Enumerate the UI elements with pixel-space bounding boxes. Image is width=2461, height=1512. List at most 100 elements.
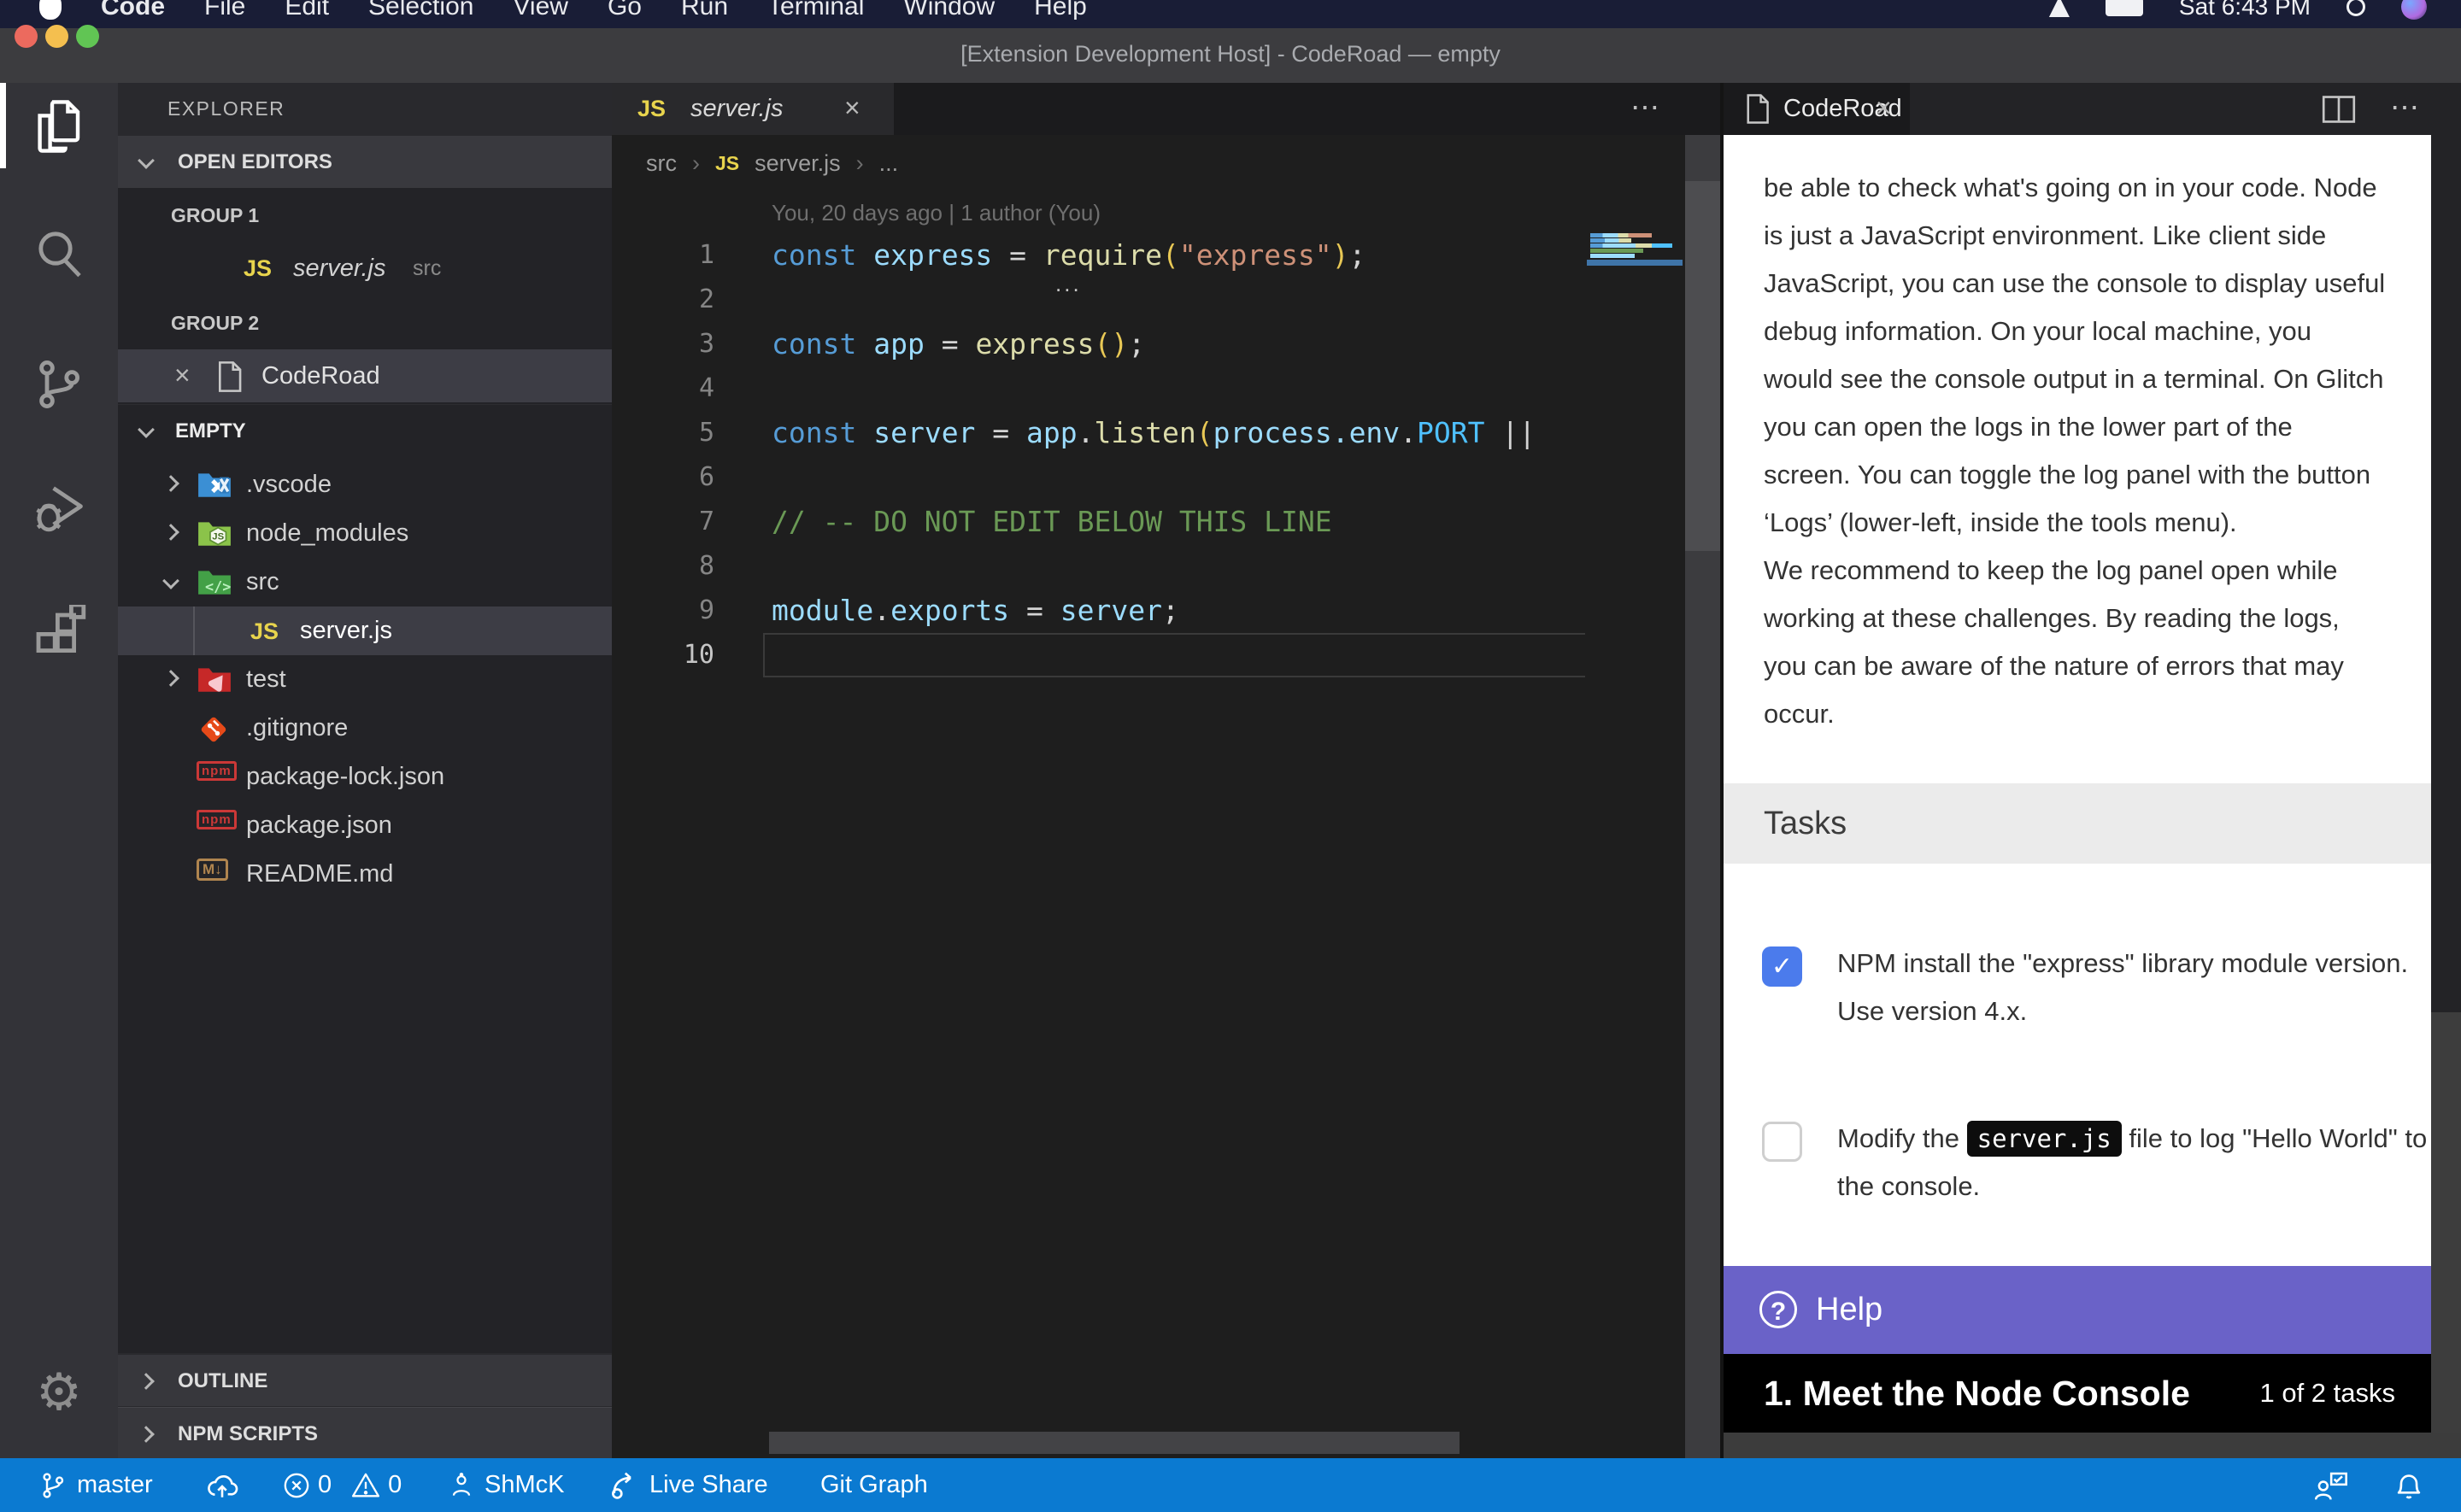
explorer-icon[interactable]: [0, 83, 118, 168]
run-debug-icon[interactable]: [0, 467, 118, 553]
tab-serverjs[interactable]: JS server.js ×: [612, 83, 894, 135]
split-editor-icon[interactable]: [2322, 95, 2356, 124]
tree-item-src[interactable]: </>src: [118, 558, 612, 607]
menu-status-icons[interactable]: Sat 6:43 PM: [2049, 0, 2427, 26]
line-number: 10: [612, 633, 714, 677]
search-icon[interactable]: [0, 211, 118, 296]
feedback-item[interactable]: [2312, 1458, 2348, 1512]
account-item[interactable]: ShMcK: [449, 1458, 564, 1512]
sync-changes-item[interactable]: [205, 1458, 239, 1512]
menu-item-terminal[interactable]: Terminal: [767, 0, 864, 28]
location-icon: [2049, 0, 2070, 17]
breadcrumb-separator: ›: [856, 135, 864, 191]
menu-item-window[interactable]: Window: [903, 0, 995, 28]
breadcrumb-file[interactable]: server.js: [755, 135, 841, 191]
checkbox-unchecked[interactable]: [1762, 1122, 1802, 1162]
activity-bar: ⚙: [0, 83, 118, 1458]
settings-gear-icon[interactable]: ⚙: [0, 1350, 118, 1435]
file-icon: [214, 360, 244, 393]
minimap[interactable]: [1585, 135, 1685, 1458]
chevron-right-icon: [162, 524, 179, 541]
tree-item-label: package.json: [246, 801, 392, 850]
open-editors-header[interactable]: OPEN EDITORS: [118, 135, 612, 188]
explorer-sidebar: EXPLORER OPEN EDITORS GROUP 1 JS server.…: [118, 83, 612, 1458]
menu-item-selection[interactable]: Selection: [368, 0, 473, 28]
open-editor-item-coderoad[interactable]: × CodeRoad: [118, 349, 612, 402]
code-line-9[interactable]: 9module.exports = server;: [612, 589, 1585, 633]
lesson-footer[interactable]: 1. Meet the Node Console 1 of 2 tasks: [1724, 1354, 2431, 1433]
node-icon: JS: [197, 518, 232, 550]
menu-item-edit[interactable]: Edit: [285, 0, 329, 28]
menu-item-view[interactable]: View: [513, 0, 567, 28]
code-line-1[interactable]: 1const express = require("express");: [612, 233, 1585, 278]
checkbox-checked[interactable]: ✓: [1762, 946, 1802, 987]
outline-section-header[interactable]: OUTLINE: [118, 1353, 612, 1406]
code-line-6[interactable]: 6: [612, 455, 1585, 500]
code-line-2[interactable]: 2: [612, 278, 1585, 322]
extensions-icon[interactable]: [0, 589, 118, 675]
bell-icon: [2393, 1468, 2425, 1503]
tree-item-node-modules[interactable]: JSnode_modules: [118, 509, 612, 558]
menu-item-go[interactable]: Go: [608, 0, 642, 28]
js-file-icon: JS: [637, 83, 666, 135]
inline-code-chip: server.js: [1967, 1121, 2122, 1157]
webview-scrollbar-track[interactable]: [2431, 135, 2461, 1012]
close-icon[interactable]: ×: [1876, 83, 1892, 132]
close-icon[interactable]: ×: [844, 83, 860, 132]
menu-item-file[interactable]: File: [204, 0, 245, 28]
siri-icon[interactable]: [2401, 0, 2427, 20]
open-editor-item-serverjs[interactable]: JS server.js src: [118, 242, 612, 295]
help-button[interactable]: ? Help: [1724, 1266, 2431, 1354]
folder-section-header[interactable]: EMPTY: [118, 404, 612, 457]
menu-items[interactable]: Code File Edit Selection View Go Run Terminal Wi…: [39, 0, 1087, 28]
git-graph-item[interactable]: Git Graph: [820, 1458, 928, 1512]
svg-text:</>: </>: [205, 577, 231, 595]
close-icon[interactable]: ×: [174, 349, 191, 401]
panel-actions-more-icon[interactable]: ⋯: [2390, 83, 2419, 132]
code-line-7[interactable]: 7// -- DO NOT EDIT BELOW THIS LINE: [612, 500, 1585, 544]
tree-item-package-json[interactable]: npm package.json: [118, 801, 612, 850]
breadcrumb-symbol[interactable]: ...: [879, 135, 899, 191]
tree-item--vscode[interactable]: .vscode: [118, 460, 612, 509]
live-share-item[interactable]: Live Share: [608, 1458, 768, 1512]
tree-item-package-lock-json[interactable]: npmpackage-lock.json: [118, 753, 612, 801]
lesson-progress: 1 of 2 tasks: [2259, 1354, 2395, 1433]
tree-item-readme-md[interactable]: M↓README.md: [118, 850, 612, 899]
tree-item-server-js[interactable]: JSserver.js: [118, 607, 612, 655]
editor-actions-more-icon[interactable]: ⋯: [1630, 83, 1659, 132]
line-number: 3: [612, 322, 714, 366]
tree-item-test[interactable]: test: [118, 655, 612, 704]
code-editor-group: JS server.js × ⋯ src › JS server.js › ..…: [612, 83, 1720, 1458]
code-line-3[interactable]: 3const app = express();: [612, 322, 1585, 366]
macos-menu-bar: Code File Edit Selection View Go Run Terminal Wi…: [0, 0, 2461, 28]
svg-text:JS: JS: [212, 532, 224, 542]
open-editors-group-label: GROUP 2: [171, 297, 259, 349]
tab-coderoad[interactable]: CodeRoad ×: [1724, 83, 1910, 135]
editor-horizontal-scrollbar[interactable]: [769, 1432, 1460, 1454]
menu-item-run[interactable]: Run: [681, 0, 728, 28]
webview-scrollbar-thumb[interactable]: [2431, 1012, 2461, 1458]
code-line-8[interactable]: 8: [612, 544, 1585, 589]
tree-item--gitignore[interactable]: .gitignore: [118, 704, 612, 753]
coderoad-panel: CodeRoad × ⋯ be able to check what's goi…: [1724, 83, 2461, 1458]
source-control-icon[interactable]: [0, 342, 118, 427]
apple-icon[interactable]: [39, 0, 62, 20]
code-line-4[interactable]: 4: [612, 366, 1585, 411]
feedback-icon: [2312, 1468, 2348, 1503]
breadcrumb-folder[interactable]: src: [646, 135, 677, 191]
spotlight-icon[interactable]: [2346, 0, 2365, 16]
code-line-5[interactable]: 5const server = app.listen(process.env.P…: [612, 411, 1585, 455]
breadcrumb[interactable]: src › JS server.js › ...: [646, 135, 898, 191]
chevron-down-icon: [138, 152, 155, 169]
tree-item-label: package-lock.json: [246, 753, 444, 801]
problems-item[interactable]: 0 0: [282, 1458, 402, 1512]
notifications-item[interactable]: [2393, 1458, 2425, 1512]
npm-scripts-section-header[interactable]: NPM SCRIPTS: [118, 1407, 612, 1460]
menu-item-code[interactable]: Code: [101, 0, 165, 28]
git-branch-item[interactable]: master: [39, 1458, 153, 1512]
menu-item-help[interactable]: Help: [1034, 0, 1087, 28]
editor-vertical-scrollbar[interactable]: [1685, 135, 1720, 1458]
tree-item-label: .vscode: [246, 460, 332, 509]
npm-icon: npm: [197, 810, 232, 842]
code-line-10[interactable]: 10: [612, 633, 1585, 677]
